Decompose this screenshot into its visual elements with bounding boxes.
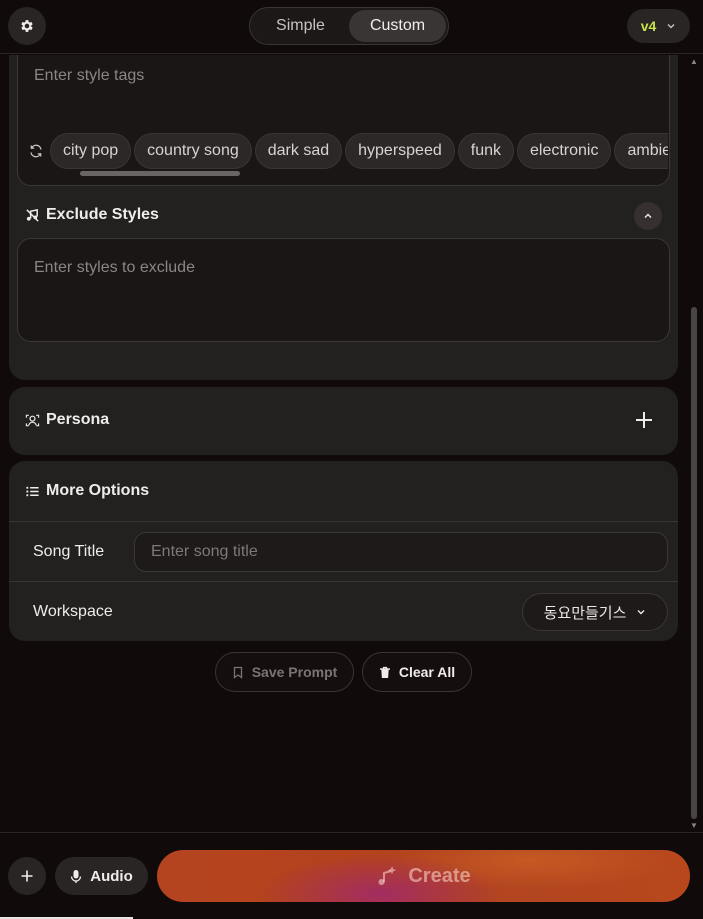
more-options-title: More Options [46, 482, 150, 499]
more-options-card: More Options Song Title Enter song title… [9, 461, 678, 641]
version-label: v4 [640, 18, 657, 34]
list-icon [26, 486, 39, 496]
song-title-label: Song Title [33, 543, 105, 560]
style-tag-list: city pop country song dark sad hyperspeed fu… [50, 133, 668, 169]
add-button[interactable] [8, 857, 46, 895]
bottom-bar: Audio Create [0, 832, 703, 919]
create-label: Create [408, 864, 471, 887]
scroll-down-arrow[interactable]: ▼ [690, 821, 698, 830]
collapse-exclude-button[interactable] [634, 202, 662, 230]
workspace-select[interactable]: 동요만들기스 [522, 593, 668, 631]
plus-icon[interactable] [633, 409, 655, 431]
save-prompt-label: Save Prompt [251, 664, 338, 680]
settings-button[interactable] [8, 7, 46, 45]
form-scroll-area[interactable]: Enter style tags city pop country song dar… [0, 55, 687, 832]
scroll-up-arrow[interactable]: ▲ [690, 57, 698, 66]
song-title-placeholder: Enter song title [151, 543, 258, 560]
mode-custom-tab[interactable]: Custom [349, 10, 446, 42]
style-tag[interactable]: funk [457, 133, 514, 169]
workspace-value: 동요만들기스 [543, 604, 627, 622]
version-selector[interactable]: v4 [627, 9, 690, 43]
plus-icon [21, 870, 33, 882]
tags-scrollbar[interactable] [80, 171, 240, 176]
audio-button[interactable]: Audio [55, 857, 148, 895]
clear-all-button[interactable]: Clear All [362, 652, 472, 692]
style-tag[interactable]: electronic [517, 133, 612, 169]
persona-header: Persona [25, 411, 109, 429]
persona-icon [25, 414, 40, 426]
gear-icon [21, 20, 33, 32]
styles-card: Enter style tags city pop country song dar… [9, 55, 678, 380]
top-bar: Simple Custom v4 [0, 0, 703, 54]
divider [9, 581, 678, 582]
chevron-down-icon [637, 610, 645, 615]
style-tags-placeholder: Enter style tags [34, 67, 145, 84]
microphone-icon [71, 869, 82, 883]
chevron-up-icon [644, 213, 652, 218]
style-tag[interactable]: ambient [614, 133, 668, 169]
create-button[interactable]: Create [157, 850, 690, 902]
style-tags-input[interactable]: Enter style tags city pop country song dar… [17, 55, 670, 186]
style-tag[interactable]: dark sad [254, 133, 343, 169]
style-tag[interactable]: hyperspeed [345, 133, 455, 169]
more-options-header[interactable]: More Options [25, 482, 149, 500]
bookmark-icon [233, 666, 242, 679]
exclude-styles-title: Exclude Styles [46, 206, 159, 223]
workspace-label: Workspace [33, 603, 113, 620]
song-title-input[interactable]: Enter song title [134, 532, 668, 572]
clear-all-label: Clear All [398, 664, 456, 680]
divider [9, 521, 678, 522]
scrollbar-thumb[interactable] [691, 307, 697, 819]
music-note-off-icon [26, 208, 39, 222]
persona-title: Persona [46, 411, 110, 428]
exclude-styles-header: Exclude Styles [25, 206, 159, 224]
persona-card[interactable]: Persona [9, 387, 678, 455]
mode-toggle: Simple Custom [249, 7, 449, 45]
style-tag[interactable]: country song [134, 133, 252, 169]
style-tag[interactable]: city pop [50, 133, 132, 169]
chevron-down-icon [667, 24, 675, 29]
trash-icon [379, 666, 390, 678]
audio-label: Audio [90, 867, 133, 885]
mode-simple-tab[interactable]: Simple [252, 10, 349, 42]
vertical-scrollbar[interactable]: ▲ ▼ [688, 55, 700, 832]
save-prompt-button[interactable]: Save Prompt [215, 652, 354, 692]
exclude-styles-input[interactable]: Enter styles to exclude [17, 238, 670, 342]
refresh-icon[interactable] [28, 143, 44, 159]
music-sparkle-icon [378, 866, 397, 885]
exclude-styles-placeholder: Enter styles to exclude [34, 259, 195, 276]
